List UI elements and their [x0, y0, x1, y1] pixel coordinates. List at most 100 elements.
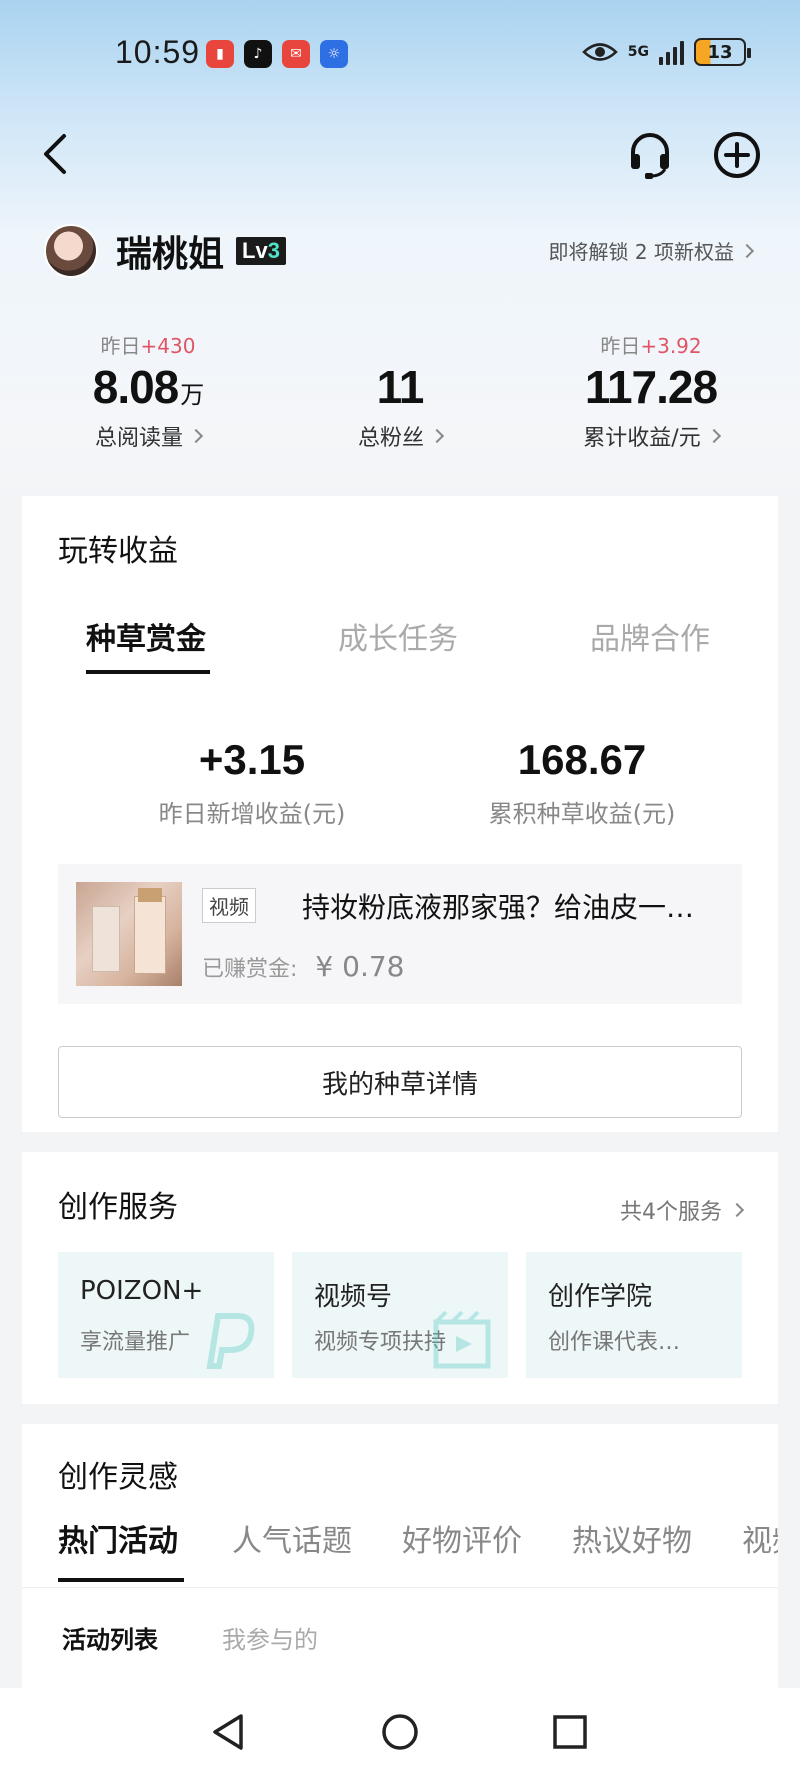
level-prefix: Lv [242, 238, 268, 263]
status-right: 5G 13 [581, 38, 751, 66]
avatar[interactable] [44, 224, 98, 278]
stat-reads-label: 总阅读量 [68, 420, 228, 452]
total-earnings: 168.67 累积种草收益(元) [422, 736, 742, 829]
video-earned: 已赚赏金: ¥ 0.78 [202, 950, 404, 983]
yesterday-earnings-label: 昨日新增收益(元) [158, 800, 346, 828]
service-video-title: 视频号 [314, 1282, 393, 1312]
chevron-right-icon [429, 428, 445, 444]
chevron-right-icon [706, 428, 721, 444]
stat-reads-unit: 万 [180, 382, 204, 409]
inspiration-card-title: 创作灵感 [58, 1460, 178, 1495]
service-poizon-subtitle: 享流量推广 [80, 1330, 191, 1355]
level-badge: Lv3 [236, 237, 286, 265]
bulb-icon: ☼ [320, 40, 348, 68]
inspiration-card: 创作灵感 热门活动 人气话题 好物评价 热议好物 视频 活动列表 我参与的 [22, 1424, 778, 1688]
tab-brand-cooperation[interactable]: 品牌合作 [590, 614, 710, 658]
mail-icon: ✉ [282, 40, 310, 68]
profile-row: 瑞桃姐 Lv3 [44, 224, 286, 278]
video-title: 持妆粉底液那家强？给油皮一… [302, 891, 695, 924]
video-tag: 视频 [202, 888, 256, 923]
thumbnail-bottle-left [92, 906, 120, 972]
total-earnings-value: 168.67 [517, 736, 647, 783]
tiktok-icon: ♪ [244, 40, 272, 68]
subtab-participated[interactable]: 我参与的 [222, 1620, 318, 1655]
services-count-text: 共4个服务 [620, 1200, 722, 1225]
service-academy-subtitle: 创作课代表… [548, 1330, 681, 1355]
headset-icon[interactable] [625, 130, 675, 180]
username: 瑞桃姐 [116, 234, 225, 275]
tab-hot-activities[interactable]: 热门活动 [58, 1516, 178, 1560]
yesterday-earnings-value: +3.15 [198, 736, 306, 783]
service-video-subtitle: 视频专项扶持 [314, 1330, 447, 1355]
all-services-link[interactable]: 共4个服务 [620, 1194, 745, 1226]
service-academy[interactable]: 创作学院 创作课代表… [526, 1252, 742, 1378]
stat-fans-label-text: 总粉丝 [357, 426, 424, 451]
stat-reads-number: 8.08 [92, 361, 180, 413]
video-icon [433, 1310, 491, 1369]
stat-income[interactable]: 昨日+3.92 117.28 累计收益/元 [556, 330, 746, 452]
nav-home-icon[interactable] [378, 1710, 422, 1754]
active-tab-indicator [58, 1578, 184, 1582]
stat-fans-value: 11 [376, 361, 425, 413]
earnings-tabs: 种草赏金 成长任务 品牌合作 [22, 614, 778, 674]
battery-saver-icon: ▮ [206, 40, 234, 68]
chevron-right-icon [739, 243, 755, 258]
stat-reads-label-text: 总阅读量 [94, 426, 183, 451]
level-number: 3 [267, 238, 280, 263]
unlock-rights-link[interactable]: 即将解锁 2 项新权益 [548, 236, 755, 265]
services-card-title: 创作服务 [58, 1190, 178, 1225]
system-nav-bar [0, 1688, 800, 1777]
bounty-details-button[interactable]: 我的种草详情 [58, 1046, 742, 1118]
services-card: 创作服务 共4个服务 POIZON+ 享流量推广 视频号 视频专项扶持 创作学院… [22, 1152, 778, 1404]
video-thumbnail [76, 882, 182, 986]
stat-reads-delta-value: +430 [140, 334, 196, 358]
divider [22, 1587, 778, 1588]
battery-icon: 13 [694, 38, 751, 66]
network-type: 5G [627, 44, 649, 60]
stat-reads-delta: 昨日+430 [68, 330, 228, 358]
video-earned-amount: ¥ 0.78 [315, 950, 405, 983]
tab-popular-topics[interactable]: 人气话题 [232, 1516, 352, 1560]
stat-reads-delta-prefix: 昨日 [100, 334, 141, 358]
stat-reads-value: 8.08万 [68, 360, 228, 414]
stat-reads[interactable]: 昨日+430 8.08万 总阅读量 [68, 330, 228, 452]
add-circle-icon[interactable] [712, 130, 762, 180]
stat-income-delta: 昨日+3.92 [556, 330, 746, 358]
service-video[interactable]: 视频号 视频专项扶持 [292, 1252, 508, 1378]
unlock-text: 即将解锁 2 项新权益 [548, 240, 734, 264]
chevron-right-icon [729, 1202, 745, 1218]
active-tab-indicator [86, 670, 210, 674]
back-icon[interactable] [36, 130, 76, 178]
status-bar: 10:59 ▮ ♪ ✉ ☼ 5G 13 [0, 0, 800, 110]
tab-video[interactable]: 视频 [742, 1516, 778, 1560]
thumbnail-bottle-right [134, 896, 166, 974]
video-earned-label: 已赚赏金: [202, 957, 298, 982]
service-poizon-title: POIZON+ [80, 1276, 204, 1306]
status-time: 10:59 [115, 34, 201, 70]
total-earnings-label: 累积种草收益(元) [488, 800, 676, 828]
service-academy-title: 创作学院 [548, 1282, 653, 1312]
chevron-right-icon [188, 428, 204, 444]
stat-fans-label: 总粉丝 [320, 420, 480, 452]
nav-back-icon[interactable] [207, 1710, 251, 1754]
tab-growth-tasks[interactable]: 成长任务 [338, 614, 458, 658]
stat-fans[interactable]: 11 总粉丝 [320, 330, 480, 452]
tab-hot-products[interactable]: 热议好物 [572, 1516, 692, 1560]
subtab-activity-list[interactable]: 活动列表 [62, 1620, 158, 1655]
tab-product-reviews[interactable]: 好物评价 [402, 1516, 522, 1560]
inspiration-tabs: 热门活动 人气话题 好物评价 热议好物 视频 [22, 1516, 778, 1586]
battery-level: 13 [707, 41, 733, 63]
stat-income-delta-prefix: 昨日 [600, 334, 641, 358]
earnings-card-title: 玩转收益 [58, 534, 178, 569]
signal-icon [659, 39, 684, 65]
stat-income-label-text: 累计收益/元 [583, 426, 701, 451]
stat-income-delta-value: +3.92 [640, 334, 702, 358]
poizon-icon [206, 1313, 255, 1369]
stat-income-value: 117.28 [584, 361, 718, 413]
tab-bounty[interactable]: 种草赏金 [86, 614, 206, 658]
eye-icon [581, 43, 618, 61]
bounty-video-item[interactable]: 视频 持妆粉底液那家强？给油皮一… 已赚赏金: ¥ 0.78 [58, 864, 742, 1004]
service-poizon[interactable]: POIZON+ 享流量推广 [58, 1252, 274, 1378]
nav-recents-icon[interactable] [548, 1710, 592, 1754]
yesterday-earnings: +3.15 昨日新增收益(元) [102, 736, 402, 829]
